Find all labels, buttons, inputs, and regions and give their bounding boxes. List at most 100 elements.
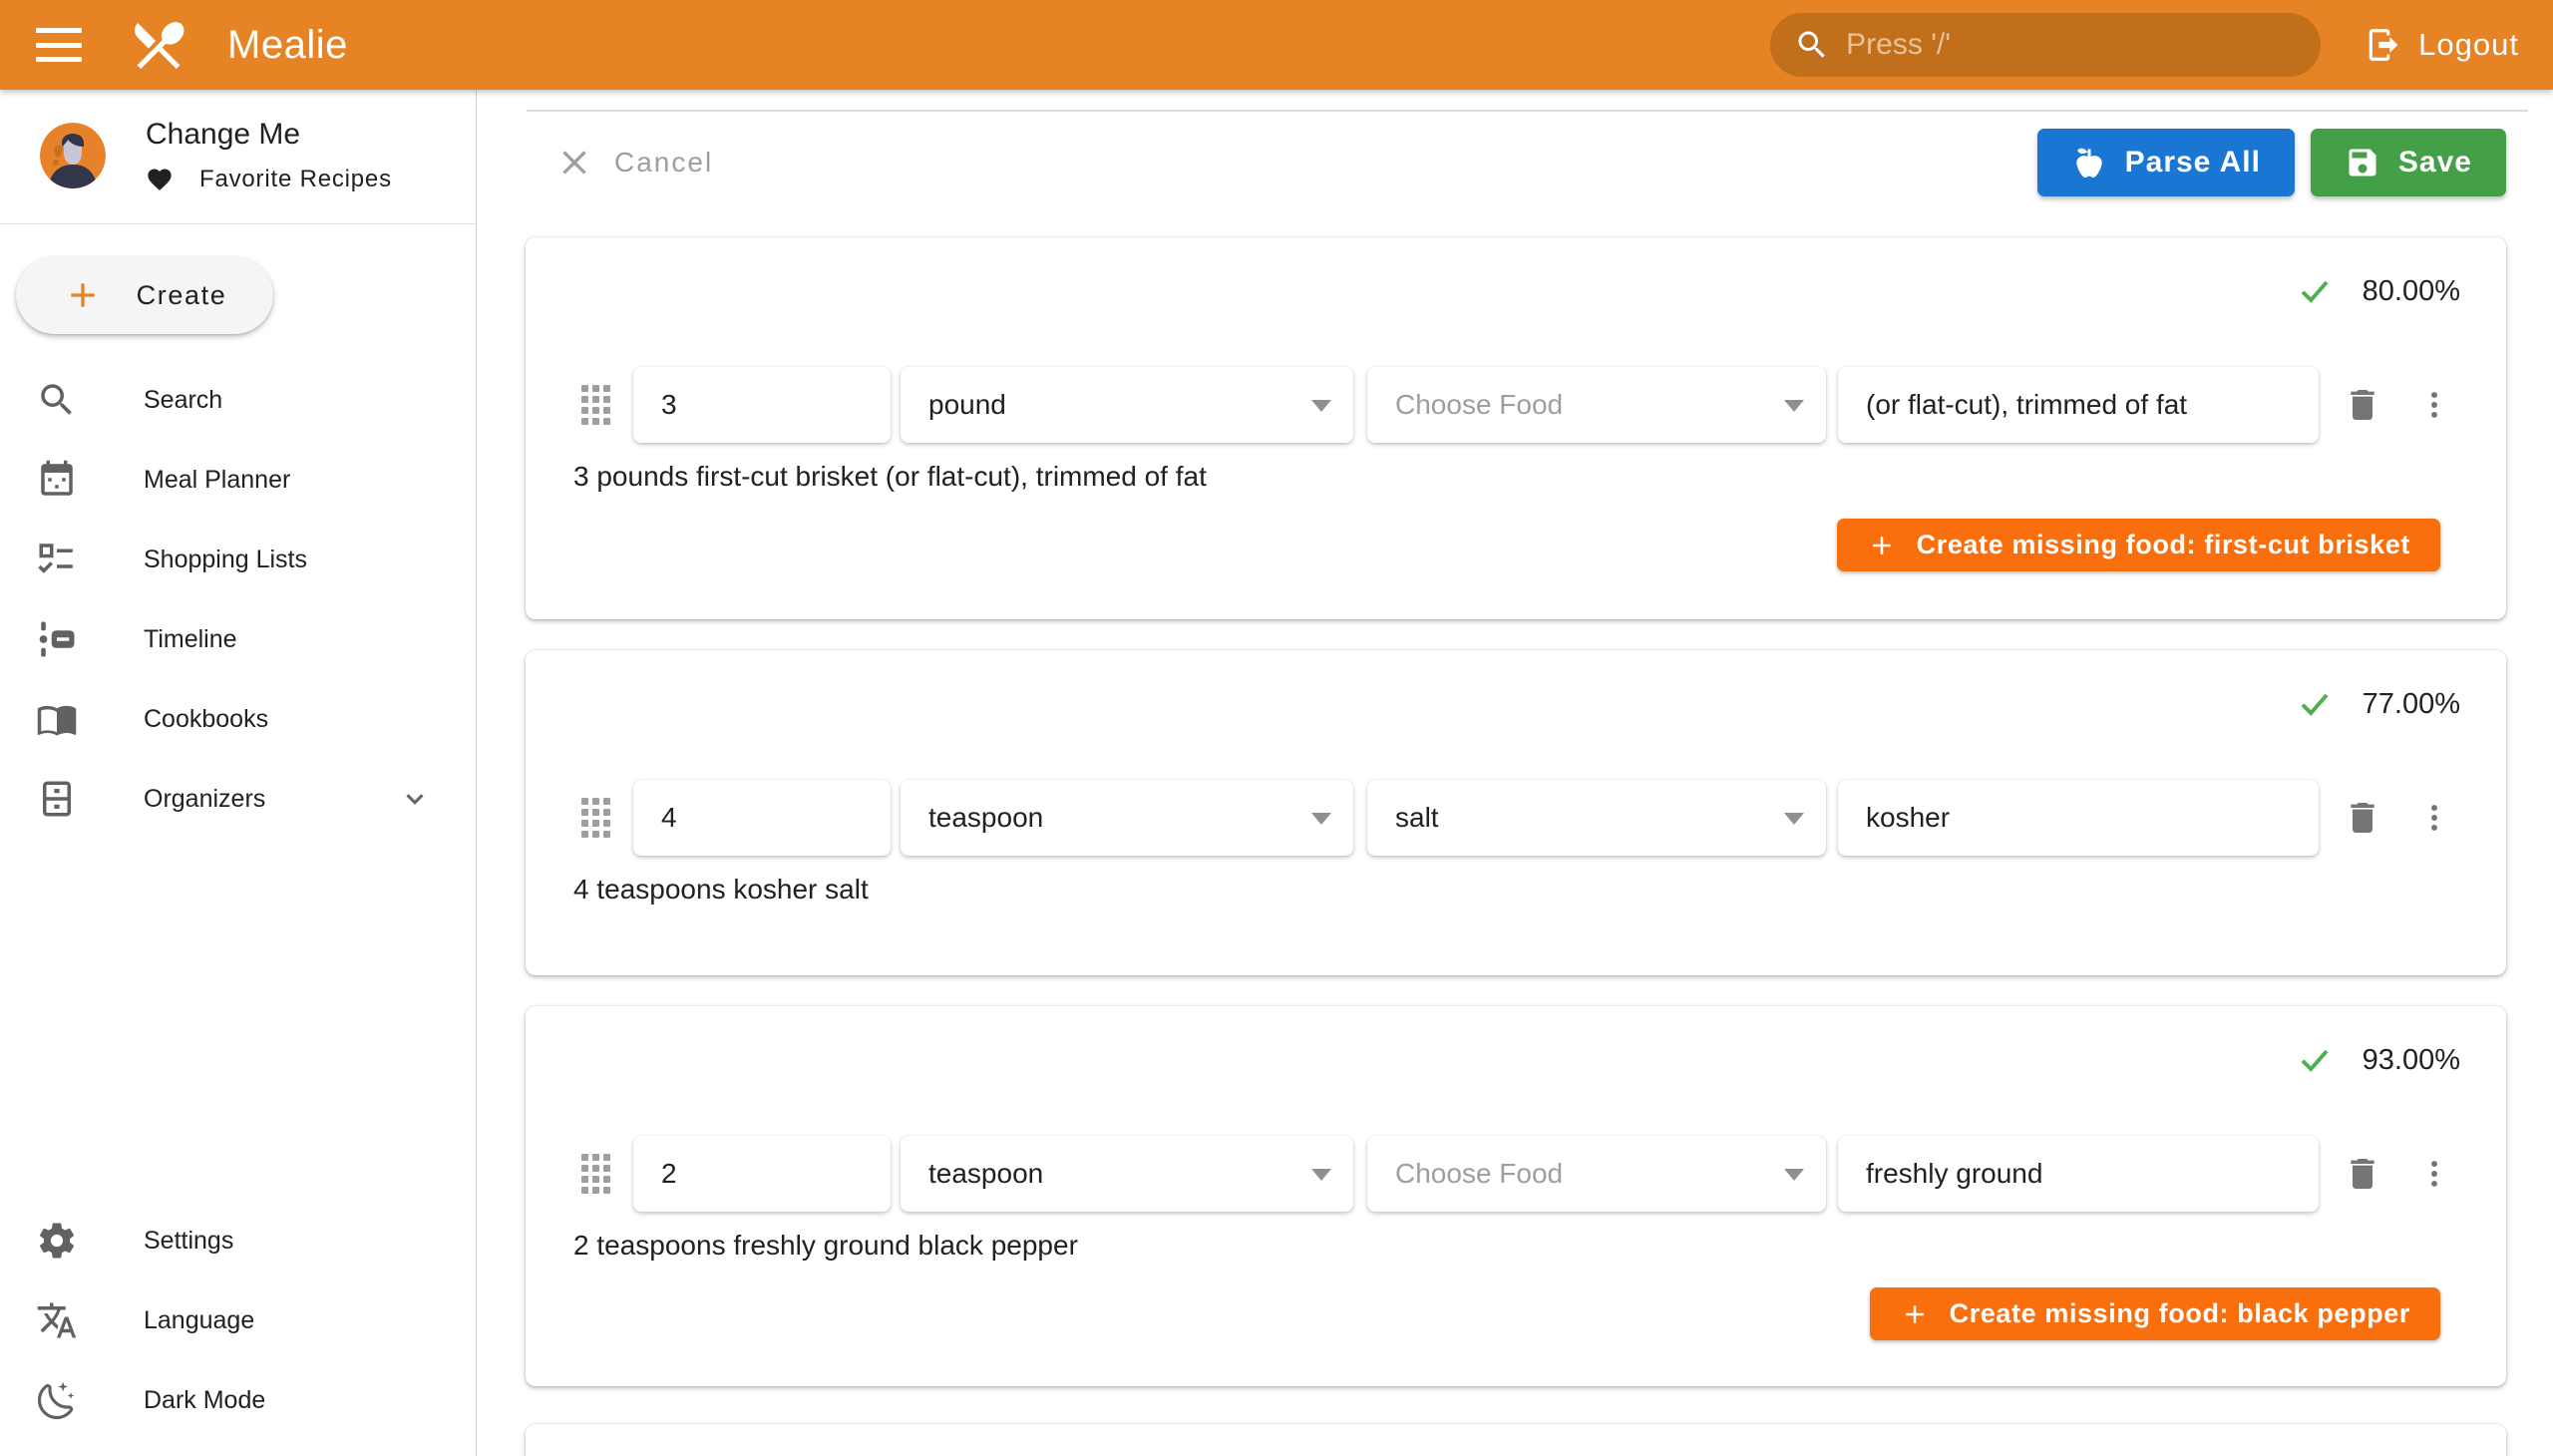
heart-icon (146, 166, 174, 193)
close-icon (556, 145, 592, 181)
food-select[interactable]: salt (1367, 780, 1826, 856)
checklist-icon (36, 539, 78, 580)
app-title: Mealie (227, 23, 348, 68)
check-icon (2297, 273, 2333, 309)
food-select[interactable]: Choose Food (1367, 1136, 1826, 1212)
unit-select[interactable]: teaspoon (901, 780, 1353, 856)
translate-icon (36, 1299, 78, 1341)
search-icon (1794, 27, 1830, 63)
trash-icon (2343, 385, 2382, 425)
dropdown-arrow-icon (1784, 813, 1804, 825)
search-icon (36, 379, 78, 421)
favorite-recipes-link[interactable]: Favorite Recipes (146, 166, 392, 193)
kebab-menu-icon (2417, 801, 2451, 835)
logout-label: Logout (2418, 27, 2519, 63)
plus-icon (63, 275, 103, 315)
unit-select[interactable]: pound (901, 367, 1353, 443)
ingredient-card: 77.00% teaspoon salt (526, 650, 2506, 975)
dropdown-arrow-icon (1311, 400, 1331, 412)
sidebar-item-timeline[interactable]: Timeline (0, 599, 476, 679)
cabinet-icon (36, 778, 78, 820)
delete-ingredient-button[interactable] (2341, 793, 2384, 843)
gear-icon (36, 1220, 78, 1262)
quantity-field (633, 1136, 891, 1212)
sidebar-item-dark-mode[interactable]: Dark Mode (0, 1360, 476, 1440)
apple-icon (2071, 145, 2107, 181)
drag-handle-icon[interactable] (581, 794, 617, 842)
app-logo[interactable] (128, 14, 189, 76)
quantity-input[interactable] (633, 367, 891, 443)
note-input[interactable] (1838, 780, 2319, 856)
ingredient-menu-button[interactable] (2414, 793, 2454, 843)
sidebar-item-cookbooks[interactable]: Cookbooks (0, 679, 476, 759)
parse-all-button[interactable]: Parse All (2037, 129, 2295, 196)
kebab-menu-icon (2417, 388, 2451, 422)
unit-select[interactable]: teaspoon (901, 1136, 1353, 1212)
menu-icon[interactable] (36, 28, 82, 62)
sidebar-item-language[interactable]: Language (0, 1280, 476, 1360)
search-input[interactable] (1846, 28, 2297, 62)
kebab-menu-icon (2417, 1157, 2451, 1191)
create-missing-food-button[interactable]: Create missing food: first-cut brisket (1837, 519, 2440, 571)
confidence-value: 80.00% (2351, 275, 2460, 308)
quantity-input[interactable] (633, 1136, 891, 1212)
ingredient-menu-button[interactable] (2414, 1149, 2454, 1199)
delete-ingredient-button[interactable] (2341, 380, 2384, 430)
note-field (1838, 367, 2319, 443)
sidebar-item-search[interactable]: Search (0, 360, 476, 440)
create-label: Create (137, 280, 227, 311)
divider (527, 110, 2528, 112)
trash-icon (2343, 1154, 2382, 1194)
sidebar-item-organizers[interactable]: Organizers (0, 759, 476, 839)
delete-ingredient-button[interactable] (2341, 1149, 2384, 1199)
floppy-save-icon (2345, 145, 2380, 181)
check-icon (2297, 686, 2333, 722)
avatar (40, 123, 106, 188)
ingredient-card: 93.00% teaspoon Choose Food (526, 1006, 2506, 1386)
ingredient-card: 80.00% pound Choose Food (526, 237, 2506, 619)
moon-stars-icon (36, 1379, 78, 1421)
food-select[interactable]: Choose Food (1367, 367, 1826, 443)
ingredient-parser-main: Cancel Parse All Save 80.00% (477, 90, 2553, 1456)
note-input[interactable] (1838, 367, 2319, 443)
fork-knife-logo-icon (128, 14, 189, 76)
quantity-field (633, 367, 891, 443)
create-button[interactable]: Create (16, 256, 273, 334)
sidebar-item-meal-planner[interactable]: Meal Planner (0, 440, 476, 520)
confidence-value: 77.00% (2351, 688, 2460, 721)
calendar-icon (36, 459, 78, 501)
sidebar-item-shopping-lists[interactable]: Shopping Lists (0, 520, 476, 599)
global-search[interactable] (1770, 13, 2321, 77)
favorite-recipes-label: Favorite Recipes (199, 166, 392, 193)
logout-icon (2365, 26, 2402, 64)
plus-icon (1900, 1299, 1930, 1329)
note-input[interactable] (1838, 1136, 2319, 1212)
save-button[interactable]: Save (2311, 129, 2506, 196)
ingredient-card (526, 1424, 2506, 1456)
book-open-icon (36, 698, 78, 740)
timeline-icon (36, 618, 78, 660)
dropdown-arrow-icon (1784, 1169, 1804, 1181)
user-name: Change Me (146, 118, 392, 152)
drag-handle-icon[interactable] (581, 381, 617, 429)
quantity-input[interactable] (633, 780, 891, 856)
logout-button[interactable]: Logout (2365, 26, 2519, 64)
original-ingredient-text: 4 teaspoons kosher salt (573, 874, 2506, 906)
quantity-field (633, 780, 891, 856)
dropdown-arrow-icon (1311, 1169, 1331, 1181)
note-field (1838, 1136, 2319, 1212)
check-icon (2297, 1042, 2333, 1078)
app-bar: Mealie Logout (0, 0, 2553, 90)
chevron-down-icon (400, 784, 430, 814)
cancel-button[interactable]: Cancel (556, 145, 713, 181)
sidebar-item-settings[interactable]: Settings (0, 1201, 476, 1280)
user-profile[interactable]: Change Me Favorite Recipes (0, 90, 476, 223)
note-field (1838, 780, 2319, 856)
dropdown-arrow-icon (1311, 813, 1331, 825)
plus-icon (1867, 531, 1897, 560)
drag-handle-icon[interactable] (581, 1150, 617, 1198)
trash-icon (2343, 798, 2382, 838)
ingredient-menu-button[interactable] (2414, 380, 2454, 430)
create-missing-food-button[interactable]: Create missing food: black pepper (1870, 1287, 2440, 1340)
dropdown-arrow-icon (1784, 400, 1804, 412)
